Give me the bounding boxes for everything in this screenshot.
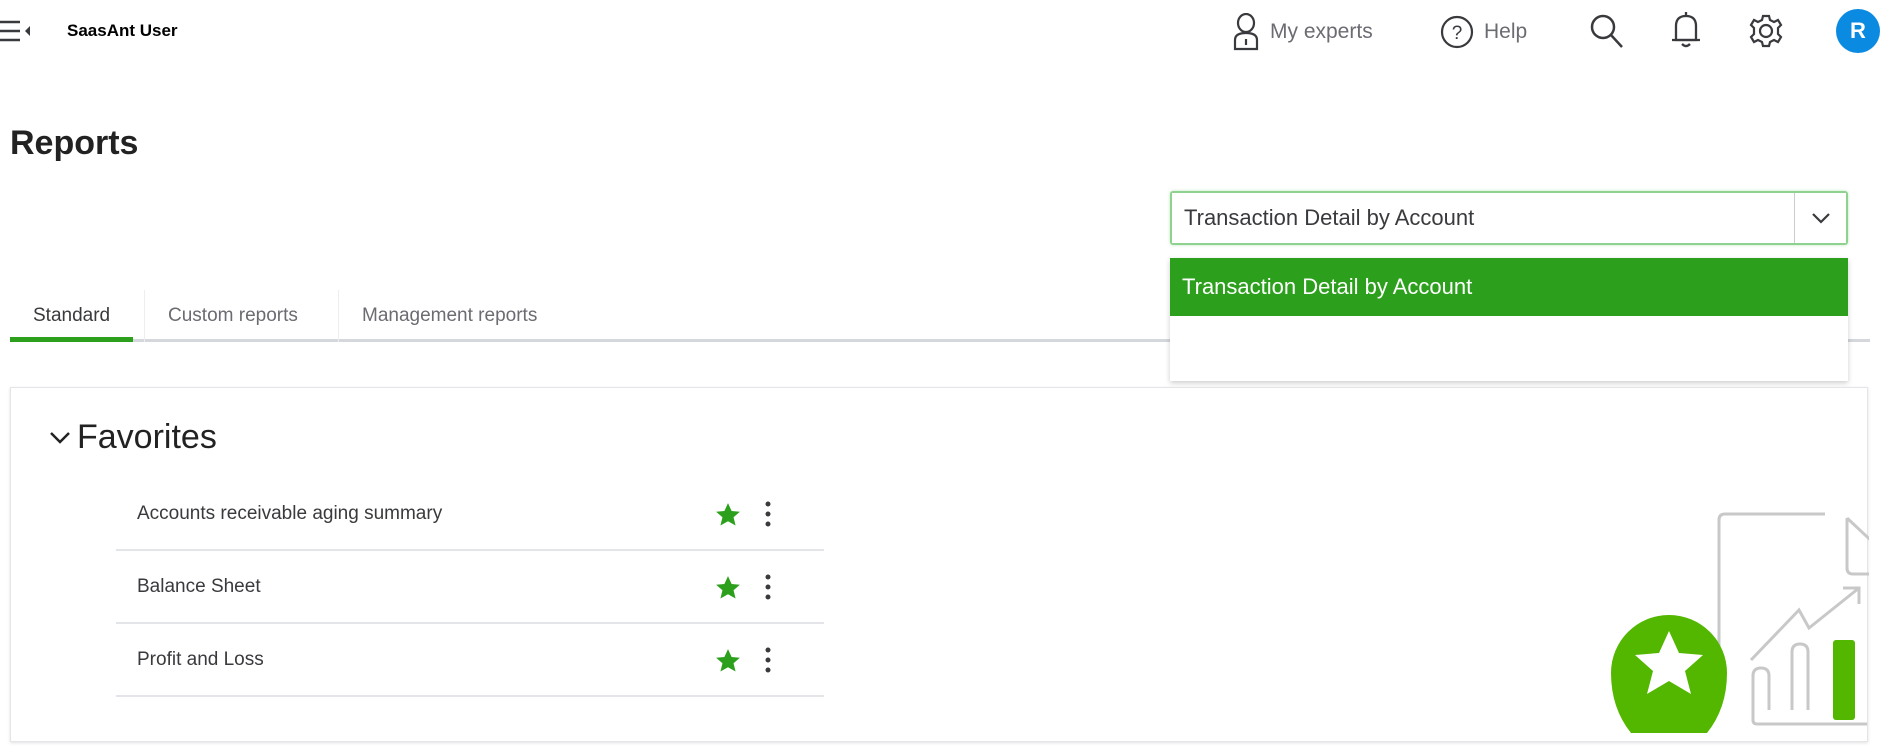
tab-custom-reports[interactable]: Custom reports bbox=[144, 290, 321, 342]
list-item[interactable]: Profit and Loss bbox=[116, 624, 824, 697]
report-link[interactable]: Profit and Loss bbox=[137, 649, 264, 671]
report-link[interactable]: Accounts receivable aging summary bbox=[137, 503, 442, 525]
report-link[interactable]: Balance Sheet bbox=[137, 576, 261, 598]
hamburger-menu-icon[interactable] bbox=[0, 18, 32, 49]
gear-icon[interactable] bbox=[1748, 13, 1784, 54]
my-experts-button[interactable]: My experts bbox=[1232, 12, 1373, 52]
help-label: Help bbox=[1484, 20, 1528, 43]
company-name: SaasAnt User bbox=[67, 21, 178, 40]
report-search-combobox[interactable] bbox=[1170, 191, 1848, 245]
page-title: Reports bbox=[10, 124, 139, 162]
chevron-down-icon bbox=[50, 431, 70, 444]
dropdown-toggle-button[interactable] bbox=[1794, 193, 1846, 243]
favorites-title: Favorites bbox=[77, 418, 217, 456]
search-icon[interactable] bbox=[1588, 12, 1626, 55]
avatar[interactable]: R bbox=[1836, 9, 1880, 53]
tab-standard[interactable]: Standard bbox=[10, 290, 134, 342]
chevron-down-icon bbox=[1811, 213, 1830, 224]
star-icon[interactable] bbox=[714, 648, 742, 674]
help-button[interactable]: ? Help bbox=[1440, 12, 1527, 52]
more-options-icon[interactable] bbox=[764, 573, 772, 601]
favorites-panel: Favorites Accounts receivable aging summ… bbox=[10, 387, 1869, 742]
bell-icon[interactable] bbox=[1670, 10, 1702, 55]
list-item[interactable]: Balance Sheet bbox=[116, 551, 824, 624]
favorites-illustration bbox=[1611, 512, 1869, 733]
star-icon[interactable] bbox=[714, 502, 742, 528]
person-icon bbox=[1233, 13, 1259, 51]
suggestion-item[interactable]: Transaction Detail by Account bbox=[1170, 258, 1848, 316]
more-options-icon[interactable] bbox=[764, 500, 772, 528]
search-suggestions-dropdown: Transaction Detail by Account bbox=[1170, 258, 1848, 381]
more-options-icon[interactable] bbox=[764, 646, 772, 674]
my-experts-label: My experts bbox=[1270, 20, 1373, 43]
tab-management-reports[interactable]: Management reports bbox=[338, 290, 560, 342]
help-icon: ? bbox=[1440, 15, 1474, 49]
report-search-input[interactable] bbox=[1172, 193, 1794, 243]
svg-text:?: ? bbox=[1452, 23, 1463, 44]
favorites-toggle[interactable]: Favorites bbox=[49, 418, 217, 457]
list-item[interactable]: Accounts receivable aging summary bbox=[116, 478, 824, 551]
star-icon[interactable] bbox=[714, 575, 742, 601]
